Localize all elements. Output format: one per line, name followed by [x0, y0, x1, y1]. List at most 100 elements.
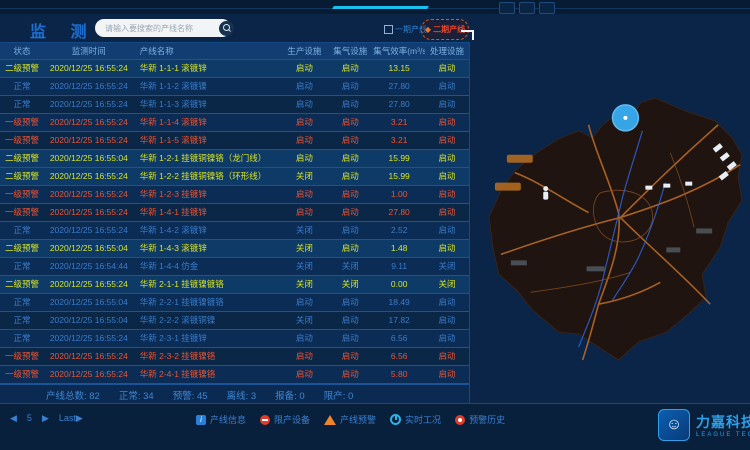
table-row[interactable]: 正常2020/12/25 16:55:24华新 2-3-1 挂镀锌启动启动6.5…: [0, 330, 469, 348]
table-row[interactable]: 一级预警2020/12/25 16:55:24华新 1-1-4 滚镀锌启动启动3…: [0, 114, 469, 132]
map-marker[interactable]: [612, 105, 638, 131]
legend-item[interactable]: 产线预警: [324, 413, 376, 426]
cell-eff: 3.21: [373, 114, 425, 131]
pagination: ◀ 5 ▶ Last▶: [10, 413, 83, 424]
cell-prod: 关闭: [281, 168, 327, 185]
table-row[interactable]: 一级预警2020/12/25 16:55:24华新 1-1-5 滚镀锌启动启动3…: [0, 132, 469, 150]
deco-box: [519, 2, 535, 14]
table-row[interactable]: 一级预警2020/12/25 16:55:24华新 2-4-1 挂镀镍铬启动启动…: [0, 366, 469, 384]
table-row[interactable]: 正常2020/12/25 16:54:44华新 1-4-4 仿金关闭关闭9.11…: [0, 258, 469, 276]
cell-name: 华新 1-1-3 滚镀锌: [134, 96, 282, 113]
column-header: 处理设施: [425, 43, 469, 59]
corner-bracket: [461, 30, 474, 40]
search-icon[interactable]: [219, 21, 234, 36]
cell-time: 2020/12/25 16:55:04: [44, 240, 134, 257]
cell-prod: 启动: [281, 114, 327, 131]
warning-triangle-icon: [324, 415, 336, 425]
table-row[interactable]: 二级预警2020/12/25 16:55:04华新 1-4-3 滚镀锌关闭启动1…: [0, 240, 469, 258]
search-input[interactable]: [95, 24, 219, 33]
table-row[interactable]: 一级预警2020/12/25 16:55:24华新 1-4-1 挂镀锌启动启动2…: [0, 204, 469, 222]
table-header-row: 状态监测时间产线名称生产设施集气设施集气效率(m³/s)处理设施: [0, 43, 469, 60]
legend-label: 产线信息: [210, 413, 246, 426]
cell-treat: 启动: [425, 150, 469, 167]
info-icon: [196, 415, 206, 425]
cell-time: 2020/12/25 16:55:04: [44, 312, 134, 329]
cell-eff: 17.82: [373, 312, 425, 329]
cell-eff: 2.52: [373, 222, 425, 239]
cell-name: 华新 1-2-2 挂镀铜镍铬（环形线）: [134, 168, 282, 185]
column-header: 状态: [0, 43, 44, 59]
deco-box: [539, 2, 555, 14]
cell-treat: 启动: [425, 78, 469, 95]
cell-eff: 15.99: [373, 150, 425, 167]
legend-item[interactable]: 限产设备: [260, 413, 310, 426]
column-header: 产线名称: [134, 43, 282, 59]
cell-eff: 9.11: [373, 258, 425, 275]
map-panel[interactable]: [471, 42, 750, 403]
table-row[interactable]: 正常2020/12/25 16:55:24华新 1-1-2 滚镀镍启动启动27.…: [0, 78, 469, 96]
top-decoration-bar: [0, 0, 750, 14]
cell-status: 正常: [0, 330, 44, 347]
cell-treat: 启动: [425, 60, 469, 77]
cell-eff: 1.48: [373, 240, 425, 257]
legend-item[interactable]: 预警历史: [455, 413, 505, 426]
table-row[interactable]: 正常2020/12/25 16:55:04华新 2-2-2 滚镀铜镍关闭启动17…: [0, 312, 469, 330]
table-row[interactable]: 正常2020/12/25 16:55:04华新 2-2-1 挂镀镍镀铬启动启动1…: [0, 294, 469, 312]
cell-treat: 启动: [425, 222, 469, 239]
cell-status: 二级预警: [0, 60, 44, 77]
cell-time: 2020/12/25 16:55:24: [44, 96, 134, 113]
legend-item[interactable]: 实时工况: [390, 413, 441, 426]
cell-prod: 关闭: [281, 240, 327, 257]
cell-treat: 启动: [425, 132, 469, 149]
cell-treat: 启动: [425, 294, 469, 311]
cell-status: 一级预警: [0, 366, 44, 383]
summary-item: 产线总数: 82: [46, 388, 100, 402]
brand-name: 力嘉科技: [696, 412, 750, 432]
brand-subtitle: LEAGUE TEC: [696, 432, 750, 438]
cell-status: 二级预警: [0, 240, 44, 257]
table-row[interactable]: 二级预警2020/12/25 16:55:04华新 1-2-1 挂镀铜镍铬（龙门…: [0, 150, 469, 168]
cell-gas: 启动: [327, 312, 373, 329]
pagination-button[interactable]: 5: [27, 413, 32, 424]
cell-status: 正常: [0, 222, 44, 239]
pagination-button[interactable]: Last▶: [59, 413, 83, 424]
cell-prod: 启动: [281, 294, 327, 311]
table-row[interactable]: 正常2020/12/25 16:55:24华新 1-1-3 滚镀锌启动启动27.…: [0, 96, 469, 114]
table-row[interactable]: 一级预警2020/12/25 16:55:24华新 1-2-3 挂镀锌启动启动1…: [0, 186, 469, 204]
cell-gas: 启动: [327, 204, 373, 221]
cell-name: 华新 2-4-1 挂镀镍铬: [134, 366, 282, 383]
checkbox-icon[interactable]: [384, 25, 393, 34]
window-deco-boxes: [499, 2, 555, 14]
cell-time: 2020/12/25 16:55:24: [44, 366, 134, 383]
cell-treat: 关闭: [425, 276, 469, 293]
table-row[interactable]: 二级预警2020/12/25 16:55:24华新 2-1-1 挂镀镍镀铬关闭关…: [0, 276, 469, 294]
legend-label: 实时工况: [405, 413, 441, 426]
phase2-icon: ◆: [425, 26, 431, 34]
cell-time: 2020/12/25 16:55:24: [44, 348, 134, 365]
legend-item[interactable]: 产线信息: [196, 413, 246, 426]
brand-logo-icon: ☺: [658, 409, 690, 441]
cell-status: 正常: [0, 258, 44, 275]
table-row[interactable]: 二级预警2020/12/25 16:55:24华新 1-1-1 滚镀锌启动启动1…: [0, 60, 469, 78]
cell-treat: 启动: [425, 348, 469, 365]
pagination-button[interactable]: ◀: [10, 413, 17, 424]
cell-eff: 3.21: [373, 132, 425, 149]
cell-time: 2020/12/25 16:55:04: [44, 150, 134, 167]
search-box[interactable]: [95, 19, 231, 37]
cell-eff: 27.80: [373, 96, 425, 113]
table-row[interactable]: 二级预警2020/12/25 16:55:24华新 1-2-2 挂镀铜镍铬（环形…: [0, 168, 469, 186]
cell-name: 华新 2-2-2 滚镀铜镍: [134, 312, 282, 329]
page-title: 监 测: [30, 18, 96, 42]
cell-prod: 启动: [281, 78, 327, 95]
pagination-button[interactable]: ▶: [42, 413, 49, 424]
cell-status: 一级预警: [0, 132, 44, 149]
cell-status: 一级预警: [0, 186, 44, 203]
cell-gas: 启动: [327, 186, 373, 203]
cell-eff: 13.15: [373, 60, 425, 77]
cell-time: 2020/12/25 16:54:44: [44, 258, 134, 275]
table-row[interactable]: 一级预警2020/12/25 16:55:24华新 2-3-2 挂镀镍铬启动启动…: [0, 348, 469, 366]
cell-prod: 启动: [281, 186, 327, 203]
table-row[interactable]: 正常2020/12/25 16:55:24华新 1-4-2 滚镀锌关闭启动2.5…: [0, 222, 469, 240]
cell-status: 二级预警: [0, 168, 44, 185]
cell-eff: 6.56: [373, 330, 425, 347]
